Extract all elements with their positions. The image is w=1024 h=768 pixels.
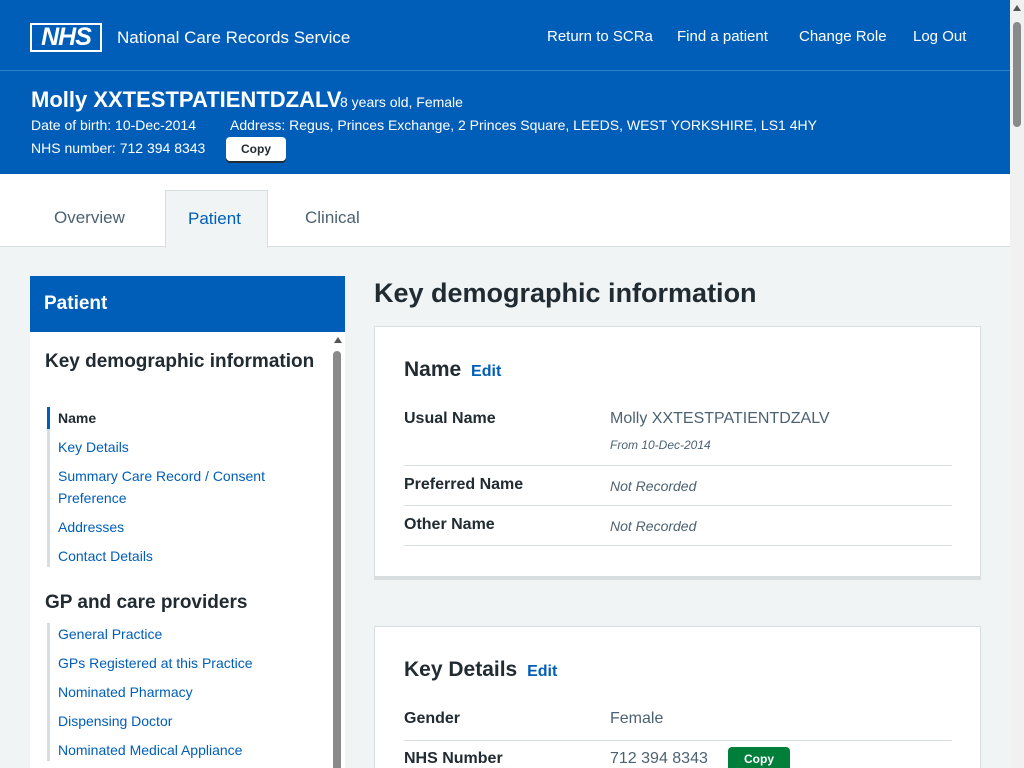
nhs-logo-text: NHS xyxy=(32,25,100,50)
patient-nhs-number: NHS number: 712 394 8343 xyxy=(31,140,206,156)
sidebar-item-name[interactable]: Name xyxy=(47,407,317,429)
sidebar-item-contact-details[interactable]: Contact Details xyxy=(50,545,317,567)
sidebar-item-addresses[interactable]: Addresses xyxy=(50,516,317,538)
service-name[interactable]: National Care Records Service xyxy=(117,28,350,48)
patient-dob: Date of birth: 10-Dec-2014 xyxy=(31,117,196,133)
row-divider xyxy=(404,465,952,466)
patient-address: Address: Regus, Princes Exchange, 2 Prin… xyxy=(230,117,817,133)
usual-name-value: Molly XXTESTPATIENTDZALV xyxy=(610,410,830,427)
usual-name-from: From 10-Dec-2014 xyxy=(610,438,711,452)
edit-name-link[interactable]: Edit xyxy=(471,363,501,380)
tab-patient[interactable]: Patient xyxy=(165,190,268,248)
nav-return-to-scra[interactable]: Return to SCRa xyxy=(547,28,653,45)
sidebar-title: Patient xyxy=(30,276,345,332)
sidebar-scroll-thumb[interactable] xyxy=(333,351,341,768)
top-header: NHS National Care Records Service Return… xyxy=(0,0,1010,70)
nhs-number-label: NHS Number xyxy=(404,750,503,767)
sidebar-item-gps-registered[interactable]: GPs Registered at this Practice xyxy=(50,652,317,674)
tab-overview[interactable]: Overview xyxy=(54,208,125,228)
sidebar-item-nominated-pharmacy[interactable]: Nominated Pharmacy xyxy=(50,681,317,703)
page-title: Key demographic information xyxy=(374,278,757,308)
usual-name-label: Usual Name xyxy=(404,410,496,427)
copy-nhs-number-button[interactable]: Copy xyxy=(226,137,286,161)
row-divider xyxy=(404,740,952,741)
row-divider xyxy=(404,505,952,506)
page-scrollbar[interactable] xyxy=(1010,0,1024,768)
scroll-up-icon[interactable] xyxy=(1013,5,1021,11)
tab-clinical[interactable]: Clinical xyxy=(305,208,360,228)
copy-nhs-number-green-button[interactable]: Copy xyxy=(728,747,790,768)
sidebar-item-key-details[interactable]: Key Details xyxy=(50,436,317,458)
gender-value: Female xyxy=(610,710,664,727)
sidebar-section-title: Key demographic information xyxy=(45,351,315,372)
patient-banner: Molly XXTESTPATIENTDZALV 8 years old, Fe… xyxy=(0,70,1010,174)
name-card-title: Name Edit xyxy=(404,358,501,382)
tab-patient-label: Patient xyxy=(188,209,241,228)
nav-change-role[interactable]: Change Role xyxy=(799,28,887,45)
sidebar-section-title: GP and care providers xyxy=(45,592,248,613)
sidebar-section-list: Name Key Details Summary Care Record / C… xyxy=(47,407,317,567)
sidebar-nav: Key demographic information Name Key Det… xyxy=(30,332,345,768)
patient-age-gender: 8 years old, Female xyxy=(340,94,463,110)
nav-find-patient[interactable]: Find a patient xyxy=(677,28,768,45)
other-name-value: Not Recorded xyxy=(610,518,697,534)
name-card: Name Edit Usual Name Molly XXTESTPATIENT… xyxy=(374,326,981,580)
sidebar-item-nominated-appliance[interactable]: Nominated Medical Appliance xyxy=(50,739,317,761)
preferred-name-label: Preferred Name xyxy=(404,476,524,493)
nav-log-out[interactable]: Log Out xyxy=(913,28,966,45)
key-details-card-title-text: Key Details xyxy=(404,658,518,681)
sidebar-item-dispensing-doctor[interactable]: Dispensing Doctor xyxy=(50,710,317,732)
row-divider xyxy=(404,545,952,546)
name-card-title-text: Name xyxy=(404,358,462,381)
sidebar-scrollbar[interactable] xyxy=(332,337,342,768)
patient-name: Molly XXTESTPATIENTDZALV xyxy=(31,87,342,112)
nhs-number-value: 712 394 8343 xyxy=(610,750,708,767)
page-scroll-thumb[interactable] xyxy=(1013,22,1021,127)
key-details-card: Key Details Edit Gender Female NHS Numbe… xyxy=(374,626,981,768)
scroll-up-icon[interactable] xyxy=(334,337,342,343)
sidebar-section-list: General Practice GPs Registered at this … xyxy=(47,623,317,761)
tab-bar: Overview Patient Clinical xyxy=(0,174,1010,248)
preferred-name-value: Not Recorded xyxy=(610,478,697,494)
gender-label: Gender xyxy=(404,710,461,727)
edit-key-details-link[interactable]: Edit xyxy=(527,663,557,680)
key-details-card-title: Key Details Edit xyxy=(404,658,557,682)
sidebar-item-scr-consent[interactable]: Summary Care Record / Consent Preference xyxy=(50,465,317,509)
other-name-label: Other Name xyxy=(404,516,495,533)
nhs-logo[interactable]: NHS xyxy=(30,23,102,52)
sidebar-item-general-practice[interactable]: General Practice xyxy=(50,623,317,645)
